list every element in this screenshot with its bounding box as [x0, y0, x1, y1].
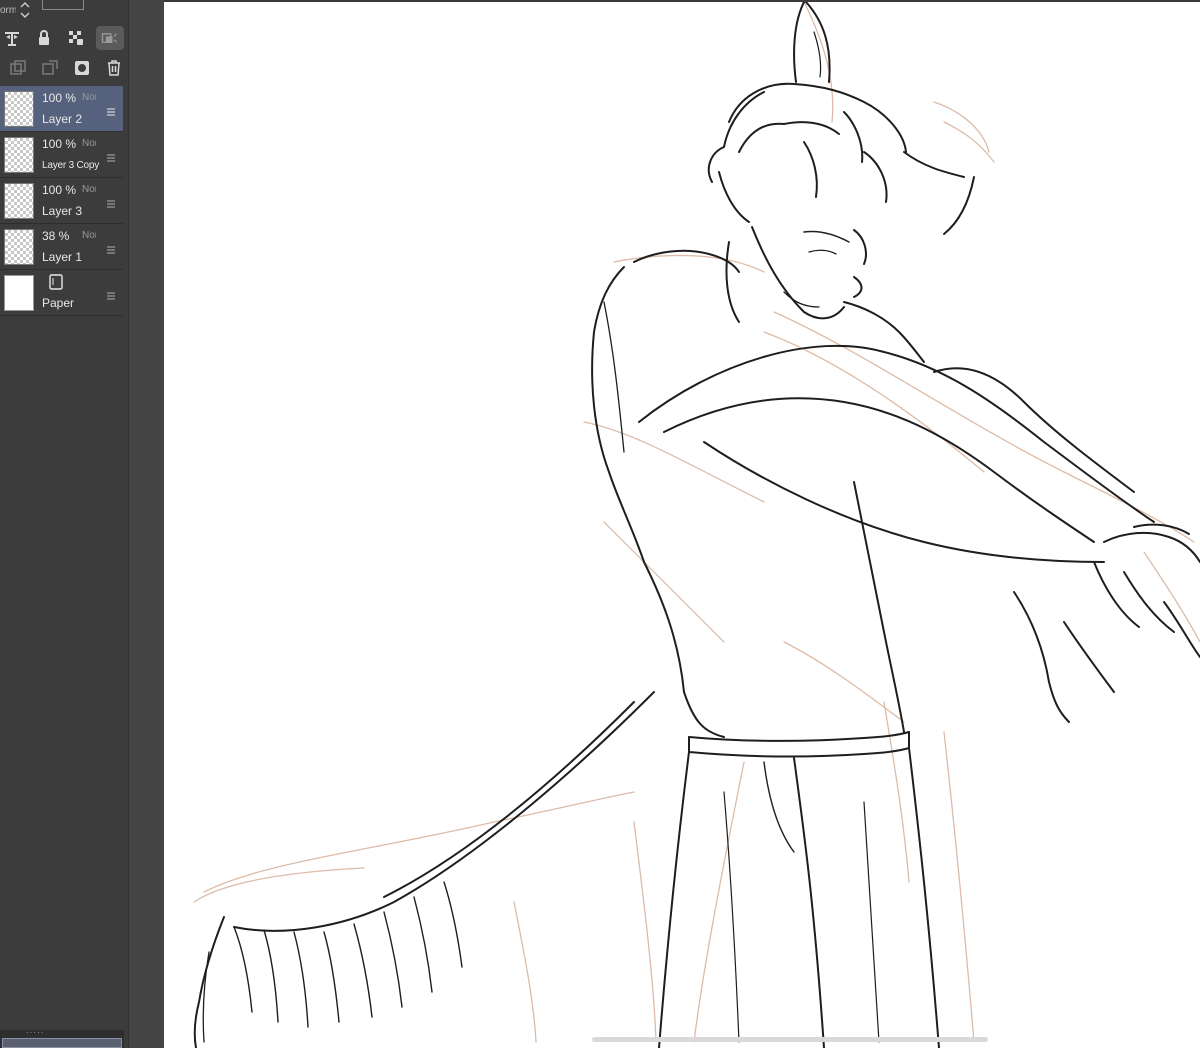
layer-row-layer-3[interactable]: 100 % Normal Layer 3: [0, 178, 123, 224]
new-vector-layer-icon[interactable]: [38, 56, 62, 80]
layer-list: 100 % Normal Layer 2 100 % Normal Layer …: [0, 86, 123, 316]
drag-handle-icon[interactable]: [106, 150, 116, 162]
layer-opacity: 38 %: [42, 229, 70, 243]
layer-blend-mode: Normal: [82, 230, 96, 241]
layer-name: Layer 1: [42, 250, 83, 264]
lock-icon[interactable]: [32, 26, 56, 50]
paper-thumbnail: [4, 275, 34, 311]
layer-name: Layer 3 Copy: [42, 160, 100, 171]
new-raster-layer-icon[interactable]: [6, 56, 30, 80]
panel-scroll-area[interactable]: [128, 0, 164, 1048]
sketch-artwork: [193, 2, 1200, 1048]
layer-blend-mode: Normal: [82, 184, 96, 195]
layer-row-layer-3-copy[interactable]: 100 % Normal Layer 3 Copy: [0, 132, 123, 178]
blend-mode-stepper-icon[interactable]: [18, 0, 32, 20]
reference-layer-icon[interactable]: [0, 26, 24, 50]
layer-opacity: 100 %: [42, 91, 77, 105]
drawing-canvas[interactable]: [164, 2, 1200, 1048]
layer-name: Layer 2: [42, 112, 83, 126]
layer-tools-row-1: [0, 26, 128, 52]
rough-sketch-layer: [193, 2, 1200, 1043]
layer-thumbnail: [4, 183, 34, 219]
layer-thumbnail: [4, 137, 34, 173]
layer-blend-mode: Normal: [82, 138, 96, 149]
clip-mask-icon[interactable]: [96, 26, 124, 50]
lock-transparency-icon[interactable]: [64, 26, 88, 50]
line-art-layer: [193, 2, 1200, 1048]
layer-name: Paper: [42, 296, 75, 310]
layer-row-paper[interactable]: Paper: [0, 270, 123, 316]
layer-thumbnail: [4, 229, 34, 265]
home-indicator[interactable]: [592, 1037, 988, 1042]
drag-handle-icon[interactable]: [106, 196, 116, 208]
delete-icon[interactable]: [102, 56, 126, 80]
layer-property-bar: orm: [0, 0, 128, 22]
opacity-slider[interactable]: [42, 0, 84, 10]
layer-mask-icon[interactable]: [70, 56, 94, 80]
drag-handle-icon[interactable]: [106, 242, 116, 254]
navigator-thumbnail[interactable]: [2, 1038, 122, 1048]
blend-mode-select[interactable]: orm: [0, 2, 16, 20]
layer-opacity: 100 %: [42, 137, 77, 151]
layer-thumbnail: [4, 91, 34, 127]
layer-panel: orm 100 % No Layer 2 100 % No Layer 3 Co…: [0, 0, 128, 1048]
drag-handle-icon[interactable]: [106, 104, 116, 116]
layer-blend-mode: Normal: [82, 92, 96, 103]
layer-tools-row-2: [0, 56, 128, 82]
layer-opacity: 100 %: [42, 183, 77, 197]
drag-handle-icon[interactable]: [106, 288, 116, 300]
layer-name: Layer 3: [42, 204, 83, 218]
paper-icon: [48, 273, 64, 291]
navigator-grip-icon[interactable]: ·····: [26, 1029, 46, 1037]
layer-row-layer-2[interactable]: 100 % Normal Layer 2: [0, 86, 123, 132]
layer-row-layer-1[interactable]: 38 % Normal Layer 1: [0, 224, 123, 270]
